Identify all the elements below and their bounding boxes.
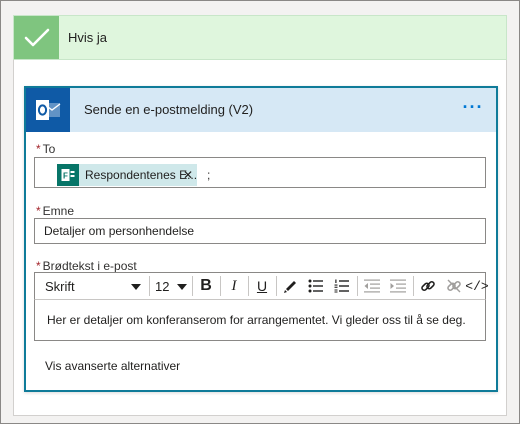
code-view-button[interactable]: </>: [465, 273, 488, 299]
insert-link-icon[interactable]: [415, 273, 441, 299]
remove-link-icon[interactable]: [441, 273, 467, 299]
remove-token-button[interactable]: ✕: [183, 164, 193, 186]
outlook-icon: [26, 88, 70, 132]
font-size-value: 12: [155, 278, 170, 294]
dynamic-content-token[interactable]: F Respondentenes E... ✕: [57, 164, 197, 186]
to-label-text: To: [42, 142, 56, 156]
subject-field-label: * Emne: [36, 204, 74, 218]
highlight-pen-icon[interactable]: [277, 273, 303, 299]
bulleted-list-icon[interactable]: [303, 273, 329, 299]
to-field[interactable]: F Respondentenes E... ✕ ;: [34, 157, 486, 188]
action-card-title: Sende en e-postmelding (V2): [84, 102, 254, 117]
chevron-down-icon: [131, 279, 141, 293]
email-body-editor[interactable]: Her er detaljer om konferanserom for arr…: [34, 300, 486, 341]
font-family-value: Skrift: [45, 278, 75, 294]
body-label-text: Brødtekst i e-post: [42, 259, 137, 273]
decrease-indent-icon[interactable]: [359, 273, 385, 299]
body-field-label: * Brødtekst i e-post: [36, 259, 137, 273]
required-marker: *: [36, 259, 41, 273]
subject-label-text: Emne: [42, 204, 75, 218]
flow-canvas: Hvis ja Sende en e-postmelding (V2) ··· …: [0, 0, 520, 424]
to-field-label: * To: [36, 142, 55, 156]
required-marker: *: [36, 142, 41, 156]
increase-indent-icon[interactable]: [385, 273, 411, 299]
show-advanced-options-link[interactable]: Vis avanserte alternativer: [45, 359, 180, 373]
font-size-dropdown[interactable]: 12: [153, 273, 189, 299]
rich-text-toolbar: Skrift 12 B I U </>: [34, 272, 489, 300]
token-label: Respondentenes E...: [85, 168, 198, 182]
bold-button[interactable]: B: [193, 273, 219, 299]
more-options-button[interactable]: ···: [460, 98, 486, 120]
font-family-dropdown[interactable]: Skrift: [41, 273, 145, 299]
numbered-list-icon[interactable]: [329, 273, 355, 299]
subject-input[interactable]: Detaljer om personhendelse: [34, 218, 486, 244]
check-icon: [14, 16, 59, 59]
required-marker: *: [36, 204, 41, 218]
email-body-text: Her er detaljer om konferanserom for arr…: [47, 313, 466, 327]
condition-branch-title: Hvis ja: [68, 30, 108, 45]
italic-button[interactable]: I: [221, 273, 247, 299]
subject-value: Detaljer om personhendelse: [44, 224, 195, 238]
recipient-separator: ;: [207, 168, 211, 182]
underline-button[interactable]: U: [249, 273, 275, 299]
forms-icon: F: [57, 164, 79, 186]
svg-text:F: F: [63, 172, 68, 181]
chevron-down-icon: [177, 279, 187, 293]
condition-branch-header[interactable]: Hvis ja: [13, 15, 507, 60]
action-card-header[interactable]: Sende en e-postmelding (V2) ···: [26, 88, 496, 132]
